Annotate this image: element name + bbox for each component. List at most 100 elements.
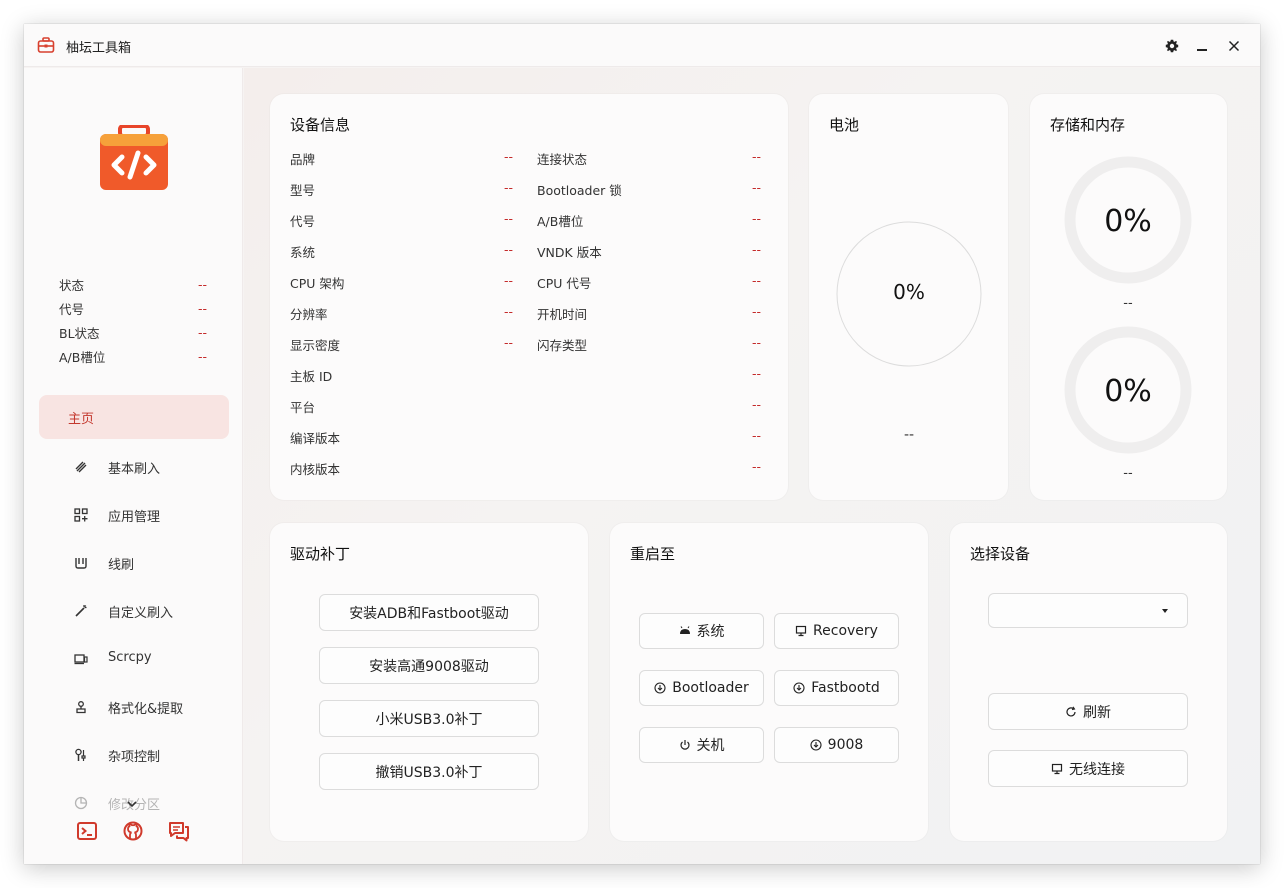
android-icon bbox=[679, 626, 690, 634]
nav-item-home[interactable]: 主页 bbox=[39, 395, 229, 439]
reboot-card: 重启至 系统 Recovery Bootloader Fastbootd 关机 bbox=[610, 523, 928, 841]
card-title: 设备信息 bbox=[290, 116, 351, 134]
terminal-icon[interactable] bbox=[76, 820, 98, 842]
device-info-value: -- bbox=[504, 242, 514, 257]
device-info-label: 显示密度 bbox=[290, 338, 341, 353]
device-select[interactable] bbox=[988, 593, 1188, 628]
device-info-card: 设备信息 品牌 -- 型号 -- 代号 -- 系统 -- CPU 架构 -- 分辨率 -- 显示密度 --… bbox=[270, 94, 788, 500]
nav-item-format-extract[interactable]: 格式化&提取 bbox=[39, 683, 229, 731]
github-icon[interactable] bbox=[122, 820, 144, 842]
xiaomi-usb3-patch-button[interactable]: 小米USB3.0补丁 bbox=[319, 700, 539, 737]
nav-item-scrcpy[interactable]: Scrcpy bbox=[39, 635, 229, 683]
monitor-icon bbox=[795, 625, 807, 637]
download-circle-icon bbox=[810, 739, 822, 751]
device-info-label: 分辨率 bbox=[290, 307, 328, 322]
card-title: 存储和内存 bbox=[1050, 116, 1126, 134]
device-info-label: 编译版本 bbox=[290, 431, 341, 446]
nav-item-app-manage[interactable]: 应用管理 bbox=[39, 491, 229, 539]
device-info-value: -- bbox=[504, 149, 514, 164]
device-info-label: CPU 架构 bbox=[290, 276, 345, 291]
battery-card: 电池 0% -- bbox=[809, 94, 1008, 500]
nav-item-label: 应用管理 bbox=[108, 510, 161, 525]
minimize-icon bbox=[1197, 49, 1207, 51]
reboot-bootloader-button[interactable]: Bootloader bbox=[639, 670, 764, 706]
device-info-label: 型号 bbox=[290, 183, 316, 198]
refresh-icon bbox=[1066, 705, 1076, 716]
device-info-value: -- bbox=[752, 149, 762, 164]
power-off-button[interactable]: 关机 bbox=[639, 727, 764, 763]
gear-icon bbox=[1165, 39, 1179, 53]
app-window: 柚坛工具箱 状态 -- 代号 -- BL状态 -- A/B槽位 -- 主页 基本… bbox=[24, 24, 1260, 864]
storage-card: 存储和内存 0% -- 0% -- bbox=[1030, 94, 1227, 500]
card-title: 驱动补丁 bbox=[290, 545, 351, 563]
toolbox-logo bbox=[100, 125, 168, 190]
device-status-summary: 状态 -- 代号 -- BL状态 -- A/B槽位 -- bbox=[59, 272, 207, 368]
title-bar: 柚坛工具箱 bbox=[24, 24, 1260, 67]
status-row-state: 状态 -- bbox=[59, 276, 207, 293]
tools-icon bbox=[75, 748, 86, 761]
main-content: 设备信息 品牌 -- 型号 -- 代号 -- 系统 -- CPU 架构 -- 分辨率 -- 显示密度 --… bbox=[244, 68, 1260, 864]
card-title: 重启至 bbox=[630, 545, 676, 563]
wireless-connect-button[interactable]: 无线连接 bbox=[988, 750, 1188, 787]
device-info-label: 系统 bbox=[290, 245, 316, 260]
reboot-recovery-button[interactable]: Recovery bbox=[774, 613, 899, 649]
settings-button[interactable] bbox=[1160, 34, 1184, 58]
device-info-label: 代号 bbox=[290, 214, 316, 229]
device-info-value: -- bbox=[504, 180, 514, 195]
reboot-system-button[interactable]: 系统 bbox=[639, 613, 764, 649]
storage-info: -- bbox=[1123, 296, 1133, 311]
reboot-fastbootd-button[interactable]: Fastbootd bbox=[774, 670, 899, 706]
device-info-value: -- bbox=[752, 397, 762, 412]
screen-mirror-icon bbox=[74, 654, 88, 665]
device-info-value: -- bbox=[752, 304, 762, 319]
chat-icon[interactable] bbox=[168, 820, 190, 842]
device-info-label: 平台 bbox=[290, 400, 316, 415]
device-info-label: 内核版本 bbox=[290, 462, 341, 477]
toolbox-icon bbox=[37, 37, 55, 53]
nav-item-label: 自定义刷入 bbox=[108, 606, 174, 621]
caret-down-icon bbox=[1162, 609, 1168, 613]
device-info-label: A/B槽位 bbox=[537, 214, 584, 229]
battery-info: -- bbox=[903, 427, 915, 443]
device-info-value: -- bbox=[752, 335, 762, 350]
app-title: 柚坛工具箱 bbox=[66, 41, 132, 56]
device-info-value: -- bbox=[504, 335, 514, 350]
close-button[interactable] bbox=[1222, 34, 1246, 58]
minimize-button[interactable] bbox=[1190, 34, 1214, 58]
apps-icon bbox=[74, 508, 88, 522]
device-info-value: -- bbox=[504, 273, 514, 288]
nav-item-line-flash[interactable]: 线刷 bbox=[39, 539, 229, 587]
chevron-down-icon[interactable] bbox=[124, 796, 140, 812]
install-qualcomm-9008-driver-button[interactable]: 安装高通9008驱动 bbox=[319, 647, 539, 684]
sidebar-footer bbox=[74, 820, 194, 842]
device-info-value: -- bbox=[752, 211, 762, 226]
reboot-9008-button[interactable]: 9008 bbox=[774, 727, 899, 763]
device-info-label: CPU 代号 bbox=[537, 276, 592, 291]
device-info-label: 连接状态 bbox=[537, 152, 588, 167]
device-info-value: -- bbox=[504, 211, 514, 226]
battery-percent: 0% bbox=[893, 280, 925, 304]
sidebar: 状态 -- 代号 -- BL状态 -- A/B槽位 -- 主页 基本刷入 应用管理 线刷 bbox=[24, 68, 243, 864]
monitor-icon bbox=[1051, 763, 1063, 774]
device-info-value: -- bbox=[752, 428, 762, 443]
memory-info: -- bbox=[1123, 466, 1133, 481]
revert-usb3-patch-button[interactable]: 撤销USB3.0补丁 bbox=[319, 753, 539, 790]
device-info-value: -- bbox=[752, 366, 762, 381]
install-adb-fastboot-driver-button[interactable]: 安装ADB和Fastboot驱动 bbox=[319, 594, 539, 631]
flash-icon bbox=[75, 461, 87, 473]
nav-menu: 主页 基本刷入 应用管理 线刷 自定义刷入 Scrcpy 格式化&提取 杂项控制… bbox=[39, 395, 229, 827]
nav-item-custom-flash[interactable]: 自定义刷入 bbox=[39, 587, 229, 635]
device-info-label: 主板 ID bbox=[290, 369, 333, 384]
card-title: 电池 bbox=[829, 116, 860, 134]
device-info-label: 品牌 bbox=[290, 152, 316, 167]
select-device-card: 选择设备 刷新 无线连接 bbox=[950, 523, 1227, 841]
device-info-label: 闪存类型 bbox=[537, 338, 588, 353]
status-row-ab-slot: A/B槽位 -- bbox=[59, 348, 207, 365]
driver-patch-card: 驱动补丁 安装ADB和Fastboot驱动 安装高通9008驱动 小米USB3.… bbox=[270, 523, 588, 841]
device-info-value: -- bbox=[752, 459, 762, 474]
nav-item-misc-control[interactable]: 杂项控制 bbox=[39, 731, 229, 779]
storage-percent: 0% bbox=[1104, 204, 1152, 239]
nav-item-basic-flash[interactable]: 基本刷入 bbox=[39, 443, 229, 491]
refresh-button[interactable]: 刷新 bbox=[988, 693, 1188, 730]
download-circle-icon bbox=[654, 682, 666, 694]
